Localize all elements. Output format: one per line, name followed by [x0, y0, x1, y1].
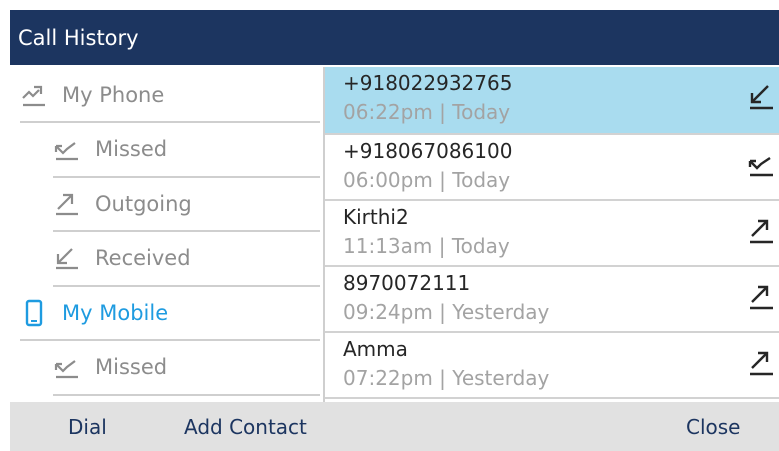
- menu-divider: [20, 339, 320, 341]
- call-row[interactable]: Kirthi2 11:13am | Today: [325, 201, 779, 265]
- call-time: 09:24pm | Yesterday: [343, 300, 550, 324]
- call-name: Kirthi2: [343, 205, 409, 229]
- row-divider: [325, 397, 779, 399]
- mobile-phone-icon: [20, 299, 48, 327]
- dial-button[interactable]: Dial: [68, 402, 107, 451]
- received-call-icon: [750, 85, 773, 110]
- menu-label: Received: [95, 246, 191, 270]
- softkey-bar: Dial Add Contact Close: [10, 402, 779, 451]
- outgoing-call-icon: [53, 190, 81, 218]
- menu-label: Outgoing: [95, 192, 192, 216]
- add-contact-button[interactable]: Add Contact: [184, 402, 307, 451]
- call-history-screen: Call History My Phone Missed Outgoing Re…: [0, 0, 779, 451]
- phone-calls-icon: [20, 81, 48, 109]
- title-bar: Call History: [10, 10, 779, 65]
- call-time: 06:22pm | Today: [343, 100, 511, 124]
- received-call-icon: [53, 244, 81, 272]
- menu-item-missed-mobile[interactable]: Missed: [53, 351, 167, 383]
- menu-divider: [53, 285, 320, 287]
- menu-divider: [53, 230, 320, 232]
- outgoing-call-icon: [750, 285, 773, 310]
- call-name: +918067086100: [343, 139, 513, 163]
- menu-divider: [20, 121, 320, 123]
- missed-call-icon: [748, 157, 773, 177]
- call-filter-menu: My Phone Missed Outgoing Received My Mob…: [10, 67, 323, 402]
- call-time: 07:22pm | Yesterday: [343, 366, 550, 390]
- call-row[interactable]: +918022932765 06:22pm | Today: [325, 67, 779, 133]
- menu-item-my-mobile[interactable]: My Mobile: [20, 297, 168, 329]
- menu-divider: [53, 176, 320, 178]
- menu-label: Missed: [95, 137, 168, 161]
- call-row[interactable]: 8970072111 09:24pm | Yesterday: [325, 267, 779, 331]
- menu-item-missed[interactable]: Missed: [53, 133, 167, 165]
- page-title: Call History: [18, 25, 139, 50]
- call-name: 8970072111: [343, 271, 471, 295]
- menu-item-my-phone[interactable]: My Phone: [20, 79, 164, 111]
- menu-item-outgoing[interactable]: Outgoing: [53, 188, 192, 220]
- close-button[interactable]: Close: [686, 402, 740, 451]
- outgoing-call-icon: [750, 219, 773, 244]
- missed-call-icon: [53, 135, 81, 163]
- menu-label: Missed: [95, 355, 168, 379]
- menu-item-received[interactable]: Received: [53, 242, 191, 274]
- call-name: +918022932765: [343, 71, 513, 95]
- call-list: +918022932765 06:22pm | Today +918067086…: [325, 67, 779, 402]
- call-time: 06:00pm | Today: [343, 168, 511, 192]
- menu-label: My Mobile: [62, 301, 169, 325]
- call-time: 11:13am | Today: [343, 234, 510, 258]
- call-name: Amma: [343, 337, 408, 361]
- call-row[interactable]: Amma 07:22pm | Yesterday: [325, 333, 779, 397]
- outgoing-call-icon: [750, 351, 773, 376]
- missed-call-icon: [53, 353, 81, 381]
- call-row[interactable]: +918067086100 06:00pm | Today: [325, 135, 779, 199]
- menu-divider: [53, 394, 320, 396]
- menu-label: My Phone: [62, 83, 165, 107]
